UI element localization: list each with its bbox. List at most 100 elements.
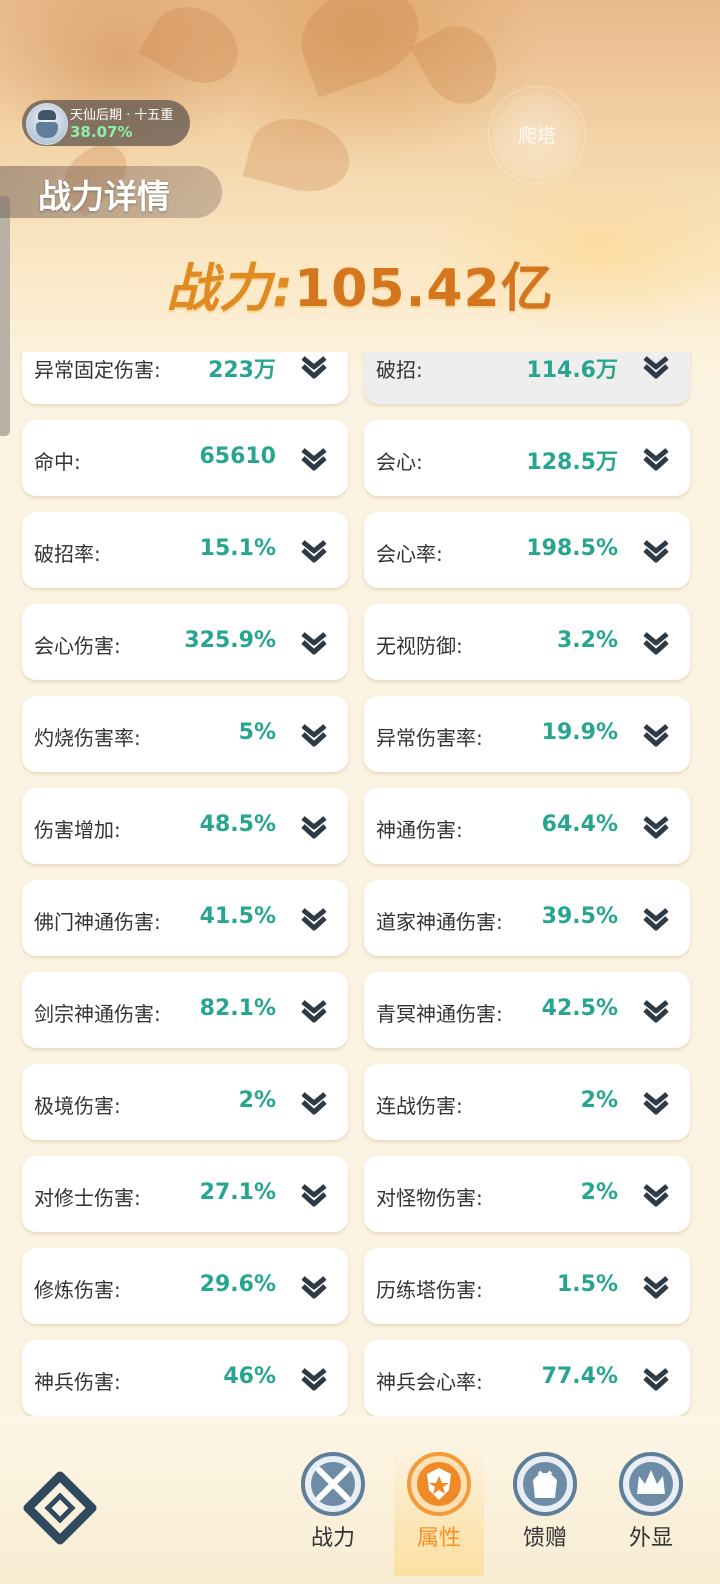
- stat-card[interactable]: 灼烧伤害率: 5%: [22, 696, 348, 772]
- chevron-down-icon[interactable]: [640, 1362, 672, 1394]
- stat-value: 77.4%: [541, 1364, 618, 1389]
- stat-value: 15.1%: [199, 536, 276, 561]
- combat-power: 战力:105.42亿: [0, 246, 720, 321]
- stat-card[interactable]: 修炼伤害: 29.6%: [22, 1248, 348, 1324]
- stat-card[interactable]: 对修士伤害: 27.1%: [22, 1156, 348, 1232]
- stat-card[interactable]: 神兵会心率: 77.4%: [364, 1340, 690, 1416]
- chevron-down-icon[interactable]: [298, 1270, 330, 1302]
- stat-value: 27.1%: [199, 1180, 276, 1205]
- stat-label: 剑宗神通伤害:: [34, 1002, 161, 1026]
- chevron-down-icon[interactable]: [298, 442, 330, 474]
- chevron-down-icon[interactable]: [298, 626, 330, 658]
- stat-label: 极境伤害:: [34, 1094, 121, 1118]
- stat-card[interactable]: 连战伤害: 2%: [364, 1064, 690, 1140]
- stat-value: 223万: [208, 358, 276, 383]
- nav-tab-gift-label: 馈赠: [522, 1526, 567, 1551]
- stat-card[interactable]: 异常固定伤害: 223万: [22, 352, 348, 404]
- stat-label: 异常伤害率:: [376, 726, 483, 750]
- stat-value: 64.4%: [541, 812, 618, 837]
- chevron-down-icon[interactable]: [640, 534, 672, 566]
- chevron-down-icon[interactable]: [640, 994, 672, 1026]
- tower-button-label: 爬塔: [517, 125, 556, 147]
- stat-value: 5%: [238, 720, 276, 745]
- stat-card[interactable]: 破招: 114.6万: [364, 352, 690, 404]
- chevron-down-icon[interactable]: [298, 810, 330, 842]
- stat-value: 2%: [580, 1088, 618, 1113]
- stat-card[interactable]: 神通伤害: 64.4%: [364, 788, 690, 864]
- realm-name: 天仙后期 · 十五重: [70, 108, 174, 123]
- stat-card[interactable]: 无视防御: 3.2%: [364, 604, 690, 680]
- stat-value: 41.5%: [199, 904, 276, 929]
- stat-card[interactable]: 会心率: 198.5%: [364, 512, 690, 588]
- chevron-down-icon[interactable]: [298, 1178, 330, 1210]
- crown-icon: [619, 1452, 683, 1516]
- nav-tab-attributes[interactable]: 属性: [394, 1446, 484, 1576]
- stat-value: 114.6万: [526, 358, 618, 383]
- nav-tab-gift[interactable]: 馈赠: [500, 1446, 590, 1576]
- chevron-down-icon[interactable]: [298, 994, 330, 1026]
- stat-label: 伤害增加:: [34, 818, 121, 842]
- chevron-down-icon[interactable]: [298, 902, 330, 934]
- stat-label: 对怪物伤害:: [376, 1186, 483, 1210]
- stat-card[interactable]: 会心: 128.5万: [364, 420, 690, 496]
- stat-card[interactable]: 佛门神通伤害: 41.5%: [22, 880, 348, 956]
- chevron-down-icon[interactable]: [298, 352, 330, 382]
- chevron-down-icon[interactable]: [298, 1362, 330, 1394]
- chevron-down-icon[interactable]: [640, 1178, 672, 1210]
- stat-label: 对修士伤害:: [34, 1186, 141, 1210]
- stat-card[interactable]: 极境伤害: 2%: [22, 1064, 348, 1140]
- chevron-down-icon[interactable]: [640, 1270, 672, 1302]
- stat-value: 82.1%: [199, 996, 276, 1021]
- stat-label: 异常固定伤害:: [34, 358, 161, 382]
- stat-value: 325.9%: [184, 628, 276, 653]
- nav-tab-attributes-label: 属性: [416, 1526, 461, 1551]
- nav-tab-appearance-label: 外显: [628, 1526, 673, 1551]
- shield-star-icon: [407, 1452, 471, 1516]
- stat-value: 2%: [238, 1088, 276, 1113]
- stat-card[interactable]: 伤害增加: 48.5%: [22, 788, 348, 864]
- stats-grid[interactable]: 异常固定伤害: 223万 破招: 114.6万命中: 65610 会心: 128.5万 破招率…: [0, 352, 720, 1417]
- stat-label: 命中:: [34, 450, 81, 474]
- stat-label: 连战伤害:: [376, 1094, 463, 1118]
- stat-value: 46%: [223, 1364, 276, 1389]
- stat-label: 破招:: [376, 358, 423, 382]
- nav-tab-power[interactable]: 战力: [288, 1446, 378, 1576]
- stat-label: 会心:: [376, 450, 423, 474]
- leaf-decoration: [242, 108, 358, 202]
- stat-label: 会心伤害:: [34, 634, 121, 658]
- stat-card[interactable]: 青冥神通伤害: 42.5%: [364, 972, 690, 1048]
- stat-card[interactable]: 破招率: 15.1%: [22, 512, 348, 588]
- game-logo-icon[interactable]: [22, 1470, 98, 1546]
- chevron-down-icon[interactable]: [640, 442, 672, 474]
- chevron-down-icon[interactable]: [298, 1086, 330, 1118]
- stat-value: 19.9%: [541, 720, 618, 745]
- stat-card[interactable]: 对怪物伤害: 2%: [364, 1156, 690, 1232]
- stat-label: 神通伤害:: [376, 818, 463, 842]
- stat-card[interactable]: 神兵伤害: 46%: [22, 1340, 348, 1416]
- stat-card[interactable]: 会心伤害: 325.9%: [22, 604, 348, 680]
- tower-button[interactable]: 爬塔: [488, 86, 586, 184]
- stat-value: 29.6%: [199, 1272, 276, 1297]
- nav-tab-power-label: 战力: [310, 1526, 355, 1551]
- realm-badge[interactable]: 天仙后期 · 十五重 38.07%: [22, 100, 190, 146]
- chevron-down-icon[interactable]: [640, 352, 672, 382]
- chevron-down-icon[interactable]: [640, 626, 672, 658]
- stat-value: 2%: [580, 1180, 618, 1205]
- stat-label: 无视防御:: [376, 634, 463, 658]
- stat-card[interactable]: 剑宗神通伤害: 82.1%: [22, 972, 348, 1048]
- chevron-down-icon[interactable]: [298, 534, 330, 566]
- chevron-down-icon[interactable]: [640, 1086, 672, 1118]
- stat-card[interactable]: 异常伤害率: 19.9%: [364, 696, 690, 772]
- chevron-down-icon[interactable]: [640, 810, 672, 842]
- stat-card[interactable]: 历练塔伤害: 1.5%: [364, 1248, 690, 1324]
- chevron-down-icon[interactable]: [298, 718, 330, 750]
- chevron-down-icon[interactable]: [640, 718, 672, 750]
- page-title-bar: 战力详情: [0, 166, 222, 218]
- chevron-down-icon[interactable]: [640, 902, 672, 934]
- stat-card[interactable]: 道家神通伤害: 39.5%: [364, 880, 690, 956]
- nav-tab-appearance[interactable]: 外显: [606, 1446, 696, 1576]
- crossed-swords-icon: [301, 1452, 365, 1516]
- page-title: 战力详情: [38, 177, 170, 216]
- stat-value: 48.5%: [199, 812, 276, 837]
- stat-card[interactable]: 命中: 65610: [22, 420, 348, 496]
